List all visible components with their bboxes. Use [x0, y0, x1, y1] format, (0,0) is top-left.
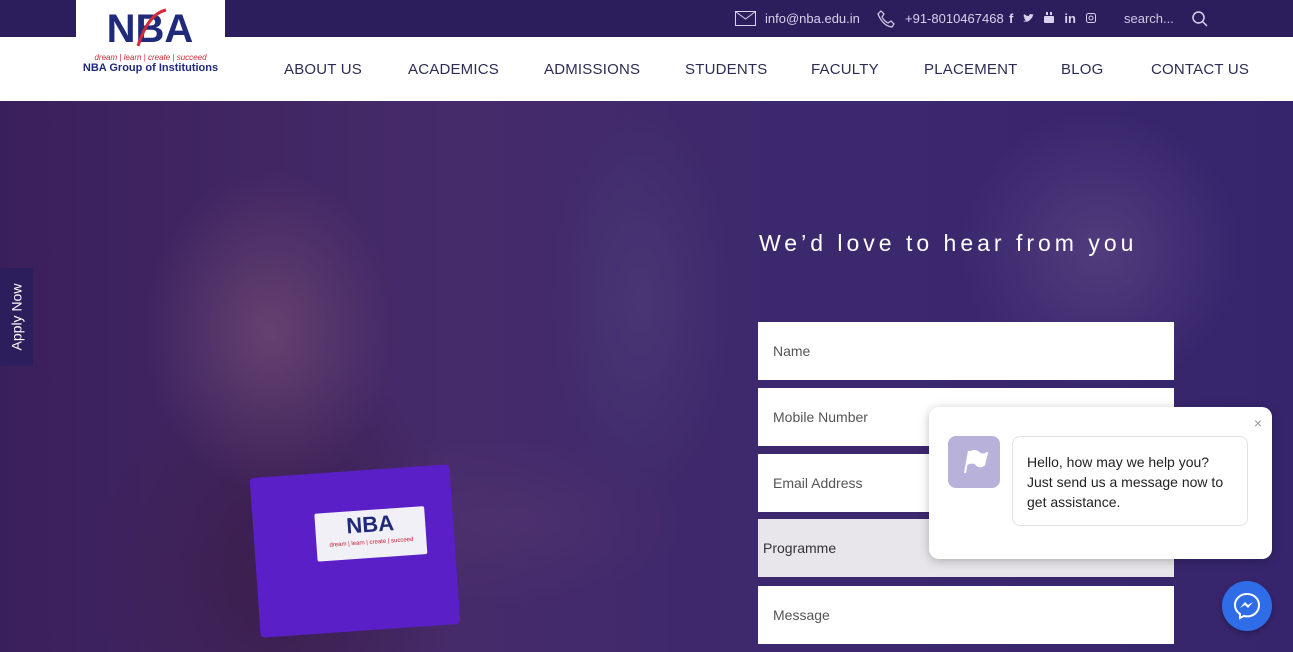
- twitter-icon[interactable]: [1023, 11, 1035, 26]
- nav-about-us[interactable]: ABOUT US: [284, 37, 362, 101]
- nba-logo-mark: NBA: [107, 7, 194, 50]
- envelope-icon: [735, 11, 756, 26]
- youtube-icon[interactable]: [1044, 11, 1055, 26]
- search-box[interactable]: search...: [1124, 0, 1208, 37]
- phone-contact[interactable]: +91-8010467468: [877, 0, 1004, 37]
- name-field[interactable]: Name: [758, 322, 1174, 380]
- messenger-icon: [1233, 592, 1261, 620]
- message-field[interactable]: Message: [758, 586, 1174, 644]
- messenger-button[interactable]: [1222, 581, 1272, 631]
- chat-message: Hello, how may we help you? Just send us…: [1012, 436, 1248, 526]
- nav-faculty[interactable]: FACULTY: [811, 37, 879, 101]
- close-icon[interactable]: ×: [1254, 415, 1262, 431]
- nav-contact-us[interactable]: CONTACT US: [1151, 37, 1249, 101]
- social-links: f in: [1009, 0, 1096, 37]
- email-text[interactable]: info@nba.edu.in: [765, 11, 860, 26]
- form-title: We’d love to hear from you: [759, 230, 1138, 256]
- facebook-icon[interactable]: f: [1009, 11, 1013, 26]
- phone-icon: [877, 9, 895, 28]
- search-icon[interactable]: [1192, 10, 1208, 27]
- logo-institution-name: NBA Group of Institutions: [82, 62, 219, 74]
- apply-now-label: Apply Now: [8, 283, 25, 351]
- apply-now-tab[interactable]: Apply Now: [0, 268, 33, 366]
- svg-text:NBA: NBA: [107, 7, 194, 50]
- instagram-icon[interactable]: [1085, 11, 1096, 26]
- nav-placement[interactable]: PLACEMENT: [924, 37, 1018, 101]
- site-logo[interactable]: NBA dream | learn | create | succeed NBA…: [76, 0, 225, 84]
- flag-icon: [964, 450, 988, 474]
- nav-academics[interactable]: ACADEMICS: [408, 37, 499, 101]
- logo-tagline: dream | learn | create | succeed: [94, 53, 207, 62]
- chat-popup: × Hello, how may we help you? Just send …: [929, 407, 1272, 559]
- microphone-cube: NBA dream | learn | create | succeed: [249, 464, 461, 638]
- nav-blog[interactable]: BLOG: [1061, 37, 1103, 101]
- linkedin-icon[interactable]: in: [1064, 11, 1076, 26]
- mic-logo: NBA dream | learn | create | succeed: [314, 506, 428, 562]
- phone-text[interactable]: +91-8010467468: [905, 11, 1004, 26]
- nav-students[interactable]: STUDENTS: [685, 37, 767, 101]
- nav-admissions[interactable]: ADMISSIONS: [544, 37, 640, 101]
- chat-avatar: [948, 436, 1000, 488]
- email-contact[interactable]: info@nba.edu.in: [735, 0, 860, 37]
- search-input[interactable]: search...: [1124, 11, 1174, 26]
